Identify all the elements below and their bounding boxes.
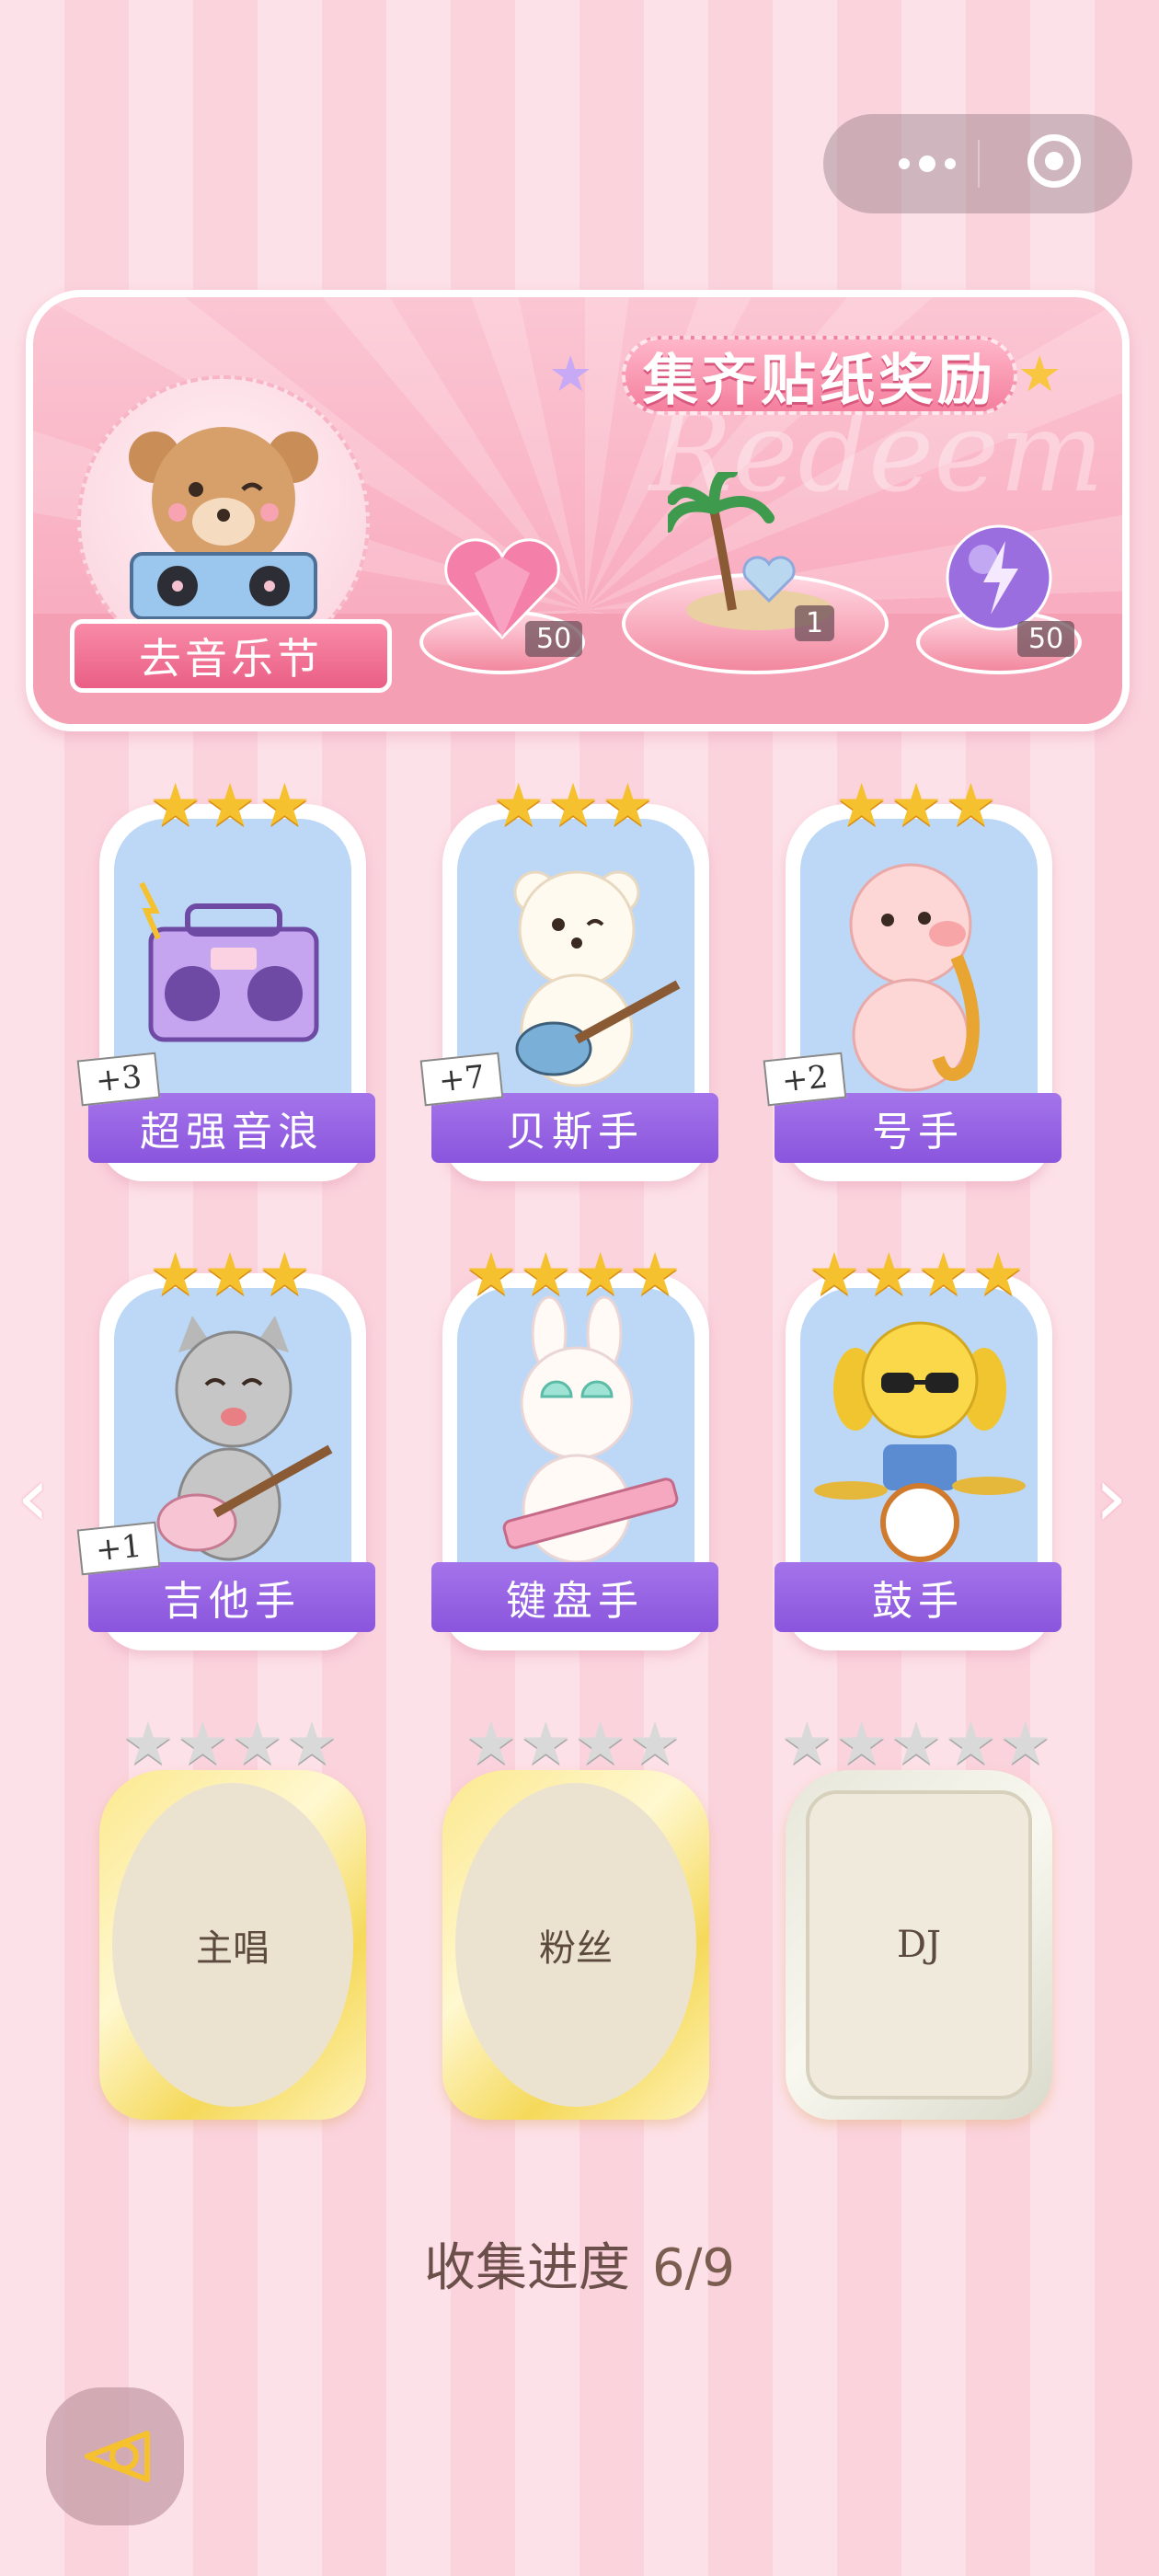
more-icon[interactable] — [867, 140, 987, 188]
star-icon: ★ — [148, 1241, 202, 1309]
star-icon: ★ — [574, 1241, 627, 1309]
card-frame: 键盘手 — [431, 1273, 718, 1650]
go-festival-button[interactable]: 去音乐节 — [70, 619, 392, 693]
star-icon: ★ — [999, 1710, 1052, 1778]
star-icon: ★ — [121, 1710, 175, 1778]
card-stars: ★ ★ ★ — [92, 1246, 368, 1305]
duplicate-count-tag: +2 — [763, 1052, 847, 1107]
star-icon: ★ — [1017, 345, 1062, 403]
bunny-keytar-icon — [502, 1295, 679, 1564]
star-icon: ★ — [834, 1710, 889, 1778]
locked-sticker-card[interactable]: 主唱 ★ ★ ★ ★ — [92, 1715, 368, 2120]
card-frame: 吉他手 — [88, 1273, 375, 1650]
star-icon: ★ — [519, 1710, 572, 1778]
progress-value: 6/9 — [651, 2238, 736, 2298]
star-icon: ★ — [808, 1241, 861, 1309]
locked-sticker-card[interactable]: 粉丝 ★ ★ ★ ★ — [435, 1715, 711, 2120]
card-stars: ★ ★ ★ — [435, 776, 711, 835]
star-icon: ★ — [519, 1241, 572, 1309]
locked-card-frame: 主唱 — [99, 1770, 366, 2120]
card-stars: ★ ★ ★ ★ — [778, 1246, 1054, 1305]
sticker-card[interactable]: 鼓手 ★ ★ ★ ★ — [775, 1246, 1061, 1650]
star-icon: ★ — [258, 772, 312, 840]
back-button[interactable] — [46, 2387, 184, 2525]
back-arrow-icon — [85, 2431, 150, 2482]
card-stars: ★ ★ ★ ★ — [435, 1715, 711, 1774]
card-art — [457, 1288, 694, 1581]
next-page-arrow-icon[interactable]: › — [1095, 1449, 1128, 1546]
locked-card-frame: 粉丝 — [442, 1770, 709, 2120]
star-icon: ★ — [971, 1241, 1025, 1309]
reward-count: 1 — [795, 605, 835, 641]
duplicate-count-tag: +3 — [76, 1052, 161, 1107]
dog-drums-icon — [814, 1321, 1026, 1562]
reward-count: 50 — [525, 621, 583, 657]
star-icon: ★ — [834, 772, 889, 840]
star-icon: ★ — [944, 772, 998, 840]
reward-count: 50 — [1017, 621, 1075, 657]
card-name: 号手 — [775, 1093, 1061, 1163]
locked-card-name: 主唱 — [112, 1783, 353, 2107]
sticker-card[interactable]: 号手 ★ ★ ★ +2 — [763, 776, 1061, 1181]
star-icon: ★ — [203, 772, 257, 840]
prev-page-arrow-icon[interactable]: ‹ — [17, 1449, 50, 1546]
card-stars: ★ ★ ★ — [92, 776, 368, 835]
capsule-divider — [978, 140, 980, 188]
star-icon: ★ — [628, 1241, 682, 1309]
card-art — [800, 1288, 1038, 1581]
star-icon: ★ — [465, 1710, 518, 1778]
card-stars: ★ ★ ★ ★ — [435, 1246, 711, 1305]
star-icon: ★ — [601, 772, 655, 840]
miniprogram-capsule — [823, 114, 1132, 213]
card-name: 贝斯手 — [431, 1093, 718, 1163]
star-icon: ★ — [889, 772, 943, 840]
star-icon: ★ — [148, 772, 202, 840]
duplicate-count-tag: +1 — [76, 1521, 161, 1576]
card-frame: 号手 — [775, 804, 1061, 1181]
star-icon: ★ — [628, 1710, 682, 1778]
star-icon: ★ — [176, 1710, 229, 1778]
card-frame: 超强音浪 — [88, 804, 375, 1181]
star-icon: ★ — [917, 1241, 970, 1309]
sticker-card[interactable]: 贝斯手 ★ ★ ★ +7 — [419, 776, 718, 1181]
star-icon: ★ — [780, 1710, 833, 1778]
card-frame: 鼓手 — [775, 1273, 1061, 1650]
duplicate-count-tag: +7 — [419, 1052, 504, 1107]
star-icon: ★ — [889, 1710, 943, 1778]
sticker-card[interactable]: 吉他手 ★ ★ ★ +1 — [76, 1246, 375, 1650]
card-stars: ★ ★ ★ ★ ★ — [778, 1715, 1054, 1774]
card-stars: ★ ★ ★ ★ — [92, 1715, 368, 1774]
star-icon: ★ — [203, 1241, 257, 1309]
star-icon: ★ — [574, 1710, 627, 1778]
star-icon: ★ — [862, 1241, 915, 1309]
locked-card-name: 粉丝 — [455, 1783, 696, 2107]
card-name: 超强音浪 — [88, 1093, 375, 1163]
progress-label: 收集进度 — [423, 2238, 630, 2298]
star-icon: ★ — [258, 1241, 312, 1309]
locked-sticker-card[interactable]: DJ ★ ★ ★ ★ ★ — [778, 1715, 1054, 2120]
card-frame: 贝斯手 — [431, 804, 718, 1181]
locked-card-frame: DJ — [786, 1770, 1052, 2120]
card-stars: ★ ★ ★ — [778, 776, 1054, 835]
reward-banner: Redeem ★ ★ 集齐贴纸奖励 去音乐节 50 1 50 — [26, 290, 1130, 731]
star-icon: ★ — [491, 772, 545, 840]
star-icon: ★ — [231, 1710, 284, 1778]
locked-card-name: DJ — [806, 1790, 1032, 2099]
card-name: 鼓手 — [775, 1562, 1061, 1632]
sticker-card[interactable]: 超强音浪 ★ ★ ★ +3 — [76, 776, 375, 1181]
card-name: 吉他手 — [88, 1562, 375, 1632]
close-miniprogram-icon[interactable] — [1027, 134, 1081, 188]
star-icon: ★ — [465, 1241, 518, 1309]
card-name: 键盘手 — [431, 1562, 718, 1632]
star-icon: ★ — [548, 345, 593, 403]
sticker-card[interactable]: 键盘手 ★ ★ ★ ★ — [431, 1246, 718, 1650]
star-icon: ★ — [546, 772, 600, 840]
collection-progress: 收集进度 6/9 — [0, 2226, 1159, 2301]
star-icon: ★ — [285, 1710, 339, 1778]
star-icon: ★ — [944, 1710, 998, 1778]
lightning-orb-icon — [946, 524, 1052, 631]
banner-title: 集齐贴纸奖励 — [622, 336, 1017, 415]
